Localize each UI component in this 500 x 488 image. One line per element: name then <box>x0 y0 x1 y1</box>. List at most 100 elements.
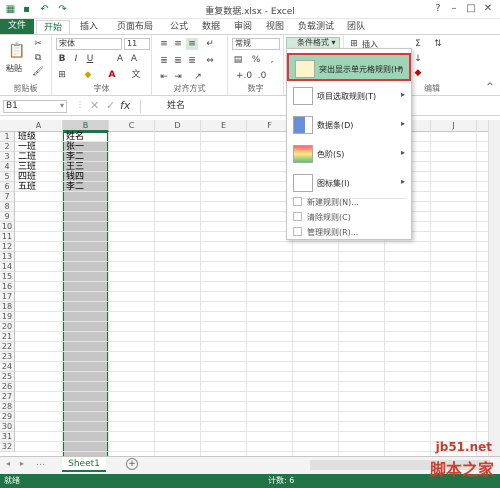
row-header[interactable]: 17 <box>0 292 15 302</box>
row-header[interactable]: 28 <box>0 402 15 412</box>
row-header[interactable]: 1 <box>0 132 15 142</box>
cell[interactable]: 张一 <box>64 142 84 152</box>
row-header[interactable]: 26 <box>0 382 15 392</box>
row-header[interactable]: 32 <box>0 442 15 452</box>
orientation-icon[interactable]: ↗ <box>192 71 204 83</box>
border-icon[interactable]: ⊞ <box>56 69 68 81</box>
maximize-button[interactable]: □ <box>463 2 479 16</box>
menu-item-top-bottom-rules[interactable]: 项目选取规则(T) ▸ <box>287 82 411 110</box>
row-header[interactable]: 31 <box>0 432 15 442</box>
menu-item-data-bars[interactable]: 数据条(D) ▸ <box>287 111 411 139</box>
format-painter-icon[interactable]: 🖌 <box>32 66 44 78</box>
indent-increase-icon[interactable]: ⇥ <box>172 71 184 83</box>
row-header[interactable]: 8 <box>0 202 15 212</box>
name-box[interactable]: B1 <box>3 100 67 113</box>
menu-item-highlight-rules[interactable]: 突出显示单元格规则(H) ▸ <box>287 53 411 81</box>
row-header[interactable]: 21 <box>0 332 15 342</box>
row-header[interactable]: 22 <box>0 342 15 352</box>
sheet-tab-sheet1[interactable]: Sheet1 <box>62 457 106 472</box>
cell[interactable]: 李二 <box>64 182 84 192</box>
row-header[interactable]: 7 <box>0 192 15 202</box>
column-header-c[interactable]: C <box>109 120 155 132</box>
copy-icon[interactable]: ⧉ <box>32 52 44 64</box>
paste-button[interactable]: 粘贴 <box>6 63 22 74</box>
row-header[interactable]: 27 <box>0 392 15 402</box>
wrap-text-icon[interactable]: ↵ <box>204 38 216 50</box>
tab-team[interactable]: 团队 <box>342 20 370 34</box>
row-header[interactable]: 24 <box>0 362 15 372</box>
underline-icon[interactable]: U <box>84 53 96 65</box>
add-sheet-icon[interactable]: + <box>126 458 138 470</box>
row-header[interactable]: 18 <box>0 302 15 312</box>
cell[interactable]: 钱四 <box>64 172 84 182</box>
menu-item-icon-sets[interactable]: 图标集(I) ▸ <box>287 169 411 197</box>
help-icon[interactable]: ? <box>430 2 446 16</box>
row-header[interactable]: 2 <box>0 142 15 152</box>
currency-icon[interactable]: ▤ <box>232 54 244 66</box>
tab-data[interactable]: 数据 <box>196 20 226 34</box>
menu-item-new-rule[interactable]: 新建规则(N)... <box>287 195 411 209</box>
row-header[interactable]: 11 <box>0 232 15 242</box>
tab-review[interactable]: 审阅 <box>228 20 258 34</box>
next-sheet-icon[interactable]: ▸ <box>20 459 24 468</box>
sheet-menu-icon[interactable]: … <box>36 458 45 468</box>
column-header-d[interactable]: D <box>155 120 201 132</box>
cell[interactable]: 四班 <box>16 172 36 182</box>
row-header[interactable]: 3 <box>0 152 15 162</box>
menu-item-manage-rules[interactable]: 管理规则(R)... <box>287 225 411 239</box>
row-header[interactable]: 15 <box>0 272 15 282</box>
number-format-select[interactable]: 常规 <box>232 38 280 50</box>
cell[interactable]: 李二 <box>64 152 84 162</box>
row-header[interactable]: 5 <box>0 172 15 182</box>
comma-icon[interactable]: , <box>266 54 278 66</box>
row-header[interactable]: 30 <box>0 422 15 432</box>
cut-icon[interactable]: ✂ <box>32 38 44 50</box>
tab-page-layout[interactable]: 页面布局 <box>110 20 160 34</box>
fill-icon[interactable]: ↓ <box>412 53 424 65</box>
font-size-select[interactable]: 11 <box>124 38 150 50</box>
tab-insert[interactable]: 插入 <box>74 20 104 34</box>
row-header[interactable]: 23 <box>0 352 15 362</box>
increase-decimal-icon[interactable]: +.0 <box>236 70 252 82</box>
paste-icon[interactable]: 📋 <box>8 41 26 61</box>
cancel-icon[interactable]: ✕ <box>90 99 99 112</box>
tab-view[interactable]: 视图 <box>260 20 290 34</box>
column-header-b[interactable]: B <box>63 120 109 132</box>
row-header[interactable]: 29 <box>0 412 15 422</box>
column-header-e[interactable]: E <box>201 120 247 132</box>
italic-icon[interactable]: I <box>70 53 82 65</box>
row-header[interactable]: 19 <box>0 312 15 322</box>
align-middle-icon[interactable]: ≡ <box>172 38 184 50</box>
align-right-icon[interactable]: ≣ <box>186 55 198 67</box>
tab-home[interactable]: 开始 <box>36 20 70 34</box>
row-header[interactable]: 12 <box>0 242 15 252</box>
cell[interactable]: 班级 <box>16 132 36 142</box>
row-header[interactable]: 20 <box>0 322 15 332</box>
minimize-button[interactable]: – <box>446 2 462 16</box>
name-box-dropdown-icon[interactable]: ▾ <box>60 101 64 110</box>
spreadsheet-grid[interactable]: ABCDEFGHIJ 12345678910111213141516171819… <box>0 120 488 456</box>
align-top-icon[interactable]: ≡ <box>158 38 170 50</box>
bold-icon[interactable]: B <box>56 53 68 65</box>
enter-icon[interactable]: ✓ <box>106 99 115 112</box>
font-grow-icon[interactable]: A <box>114 53 126 65</box>
cell[interactable]: 三班 <box>16 162 36 172</box>
phonetic-icon[interactable]: 文 <box>130 69 142 81</box>
align-center-icon[interactable]: ≣ <box>172 55 184 67</box>
decrease-decimal-icon[interactable]: .0 <box>256 70 268 82</box>
row-header[interactable]: 10 <box>0 222 15 232</box>
menu-item-clear-rules[interactable]: 清除规则(C) <box>287 210 411 224</box>
prev-sheet-icon[interactable]: ◂ <box>6 459 10 468</box>
menu-item-color-scales[interactable]: 色阶(S) ▸ <box>287 140 411 168</box>
align-bottom-icon[interactable]: ≡ <box>186 38 198 50</box>
sort-filter-icon[interactable]: ⇅ <box>432 38 444 50</box>
clear-icon[interactable]: ◆ <box>412 67 424 79</box>
cell[interactable]: 一班 <box>16 142 36 152</box>
font-color-icon[interactable]: A <box>106 69 118 81</box>
align-left-icon[interactable]: ≣ <box>158 55 170 67</box>
tab-file[interactable]: 文件 <box>0 19 34 34</box>
tab-load-test[interactable]: 负载测试 <box>294 20 338 34</box>
cell[interactable]: 姓名 <box>64 132 84 142</box>
row-header[interactable]: 4 <box>0 162 15 172</box>
percent-icon[interactable]: % <box>250 54 262 66</box>
